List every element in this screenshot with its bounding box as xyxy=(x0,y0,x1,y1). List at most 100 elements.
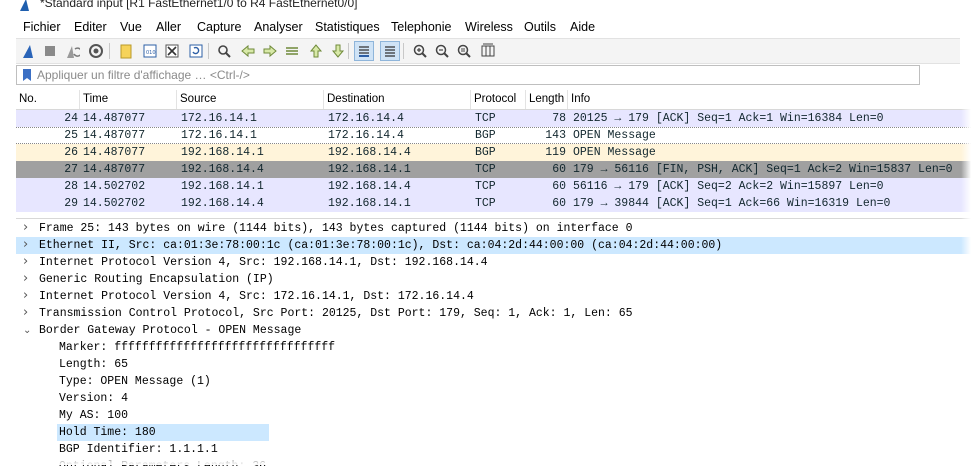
packet-protocol-cell: BGP xyxy=(475,129,496,142)
packet-destination-cell: 192.168.14.1 xyxy=(328,163,411,176)
svg-text:010: 010 xyxy=(146,50,156,56)
toolbar-separator xyxy=(348,43,349,59)
menu-wireless[interactable]: Wireless xyxy=(465,20,513,34)
zoom-in-button[interactable] xyxy=(410,41,430,61)
packet-row[interactable]: 24 14.487077 172.16.14.1 172.16.14.4 TCP 78 20… xyxy=(16,110,971,127)
toolbar-separator xyxy=(403,43,404,59)
display-filter-input[interactable] xyxy=(37,67,897,83)
detail-tree-node[interactable]: › Generic Routing Encapsulation (IP) xyxy=(16,271,971,288)
zoom-normal-icon xyxy=(457,44,471,58)
chevron-right-icon[interactable]: › xyxy=(23,253,28,270)
packet-details: › Frame 25: 143 bytes on wire (1144 bits)… xyxy=(16,218,971,466)
column-divider[interactable] xyxy=(470,90,471,109)
find-packet-button[interactable] xyxy=(214,41,234,61)
resize-columns-icon xyxy=(481,43,495,57)
detail-node-label: Ethernet II, Src: ca:01:3e:78:00:1c (ca:… xyxy=(39,239,723,252)
column-divider[interactable] xyxy=(567,90,568,109)
wireshark-fin-icon xyxy=(20,0,29,11)
packet-protocol-cell: BGP xyxy=(475,146,496,159)
close-file-icon xyxy=(165,44,179,58)
go-last-button[interactable] xyxy=(328,41,348,61)
zoom-in-icon xyxy=(413,44,427,58)
menu-editer[interactable]: Editer xyxy=(74,20,107,34)
packet-row[interactable]: 27 14.487077 192.168.14.4 192.168.14.1 TCP 60… xyxy=(16,161,971,178)
col-protocol-header[interactable]: Protocol xyxy=(471,93,526,109)
column-divider[interactable] xyxy=(323,90,324,109)
packet-info-cell: 20125 → 179 [ACK] Seq=1 Ack=1 Win=16384 … xyxy=(573,112,884,125)
stop-capture-button[interactable] xyxy=(40,41,60,61)
chevron-right-icon[interactable]: › xyxy=(23,304,28,321)
colorize-button[interactable] xyxy=(380,41,400,61)
bgp-field[interactable]: My AS: 100 xyxy=(57,407,128,424)
chevron-right-icon[interactable]: › xyxy=(23,236,28,253)
column-divider[interactable] xyxy=(79,90,80,109)
bgp-field[interactable]: Hold Time: 180 xyxy=(57,424,269,441)
save-file-button[interactable]: 010 xyxy=(140,41,160,61)
chevron-right-icon[interactable]: › xyxy=(23,287,28,304)
go-first-button[interactable] xyxy=(306,41,326,61)
go-forward-button[interactable] xyxy=(260,41,280,61)
window-titlebar: *Standard input [R1 FastEthernet1/0 to R… xyxy=(0,0,960,14)
detail-tree-node[interactable]: › Ethernet II, Src: ca:01:3e:78:00:1c (ca… xyxy=(16,237,971,254)
packet-row[interactable]: 29 14.502702 192.168.14.4 192.168.14.1 TCP 60… xyxy=(16,195,971,212)
col-time-header[interactable]: Time xyxy=(80,93,177,109)
menu-outils[interactable]: Outils xyxy=(524,20,556,34)
column-divider[interactable] xyxy=(176,90,177,109)
detail-tree-node[interactable]: › Transmission Control Protocol, Src Port… xyxy=(16,305,971,322)
bgp-field[interactable]: Marker: ffffffffffffffffffffffffffffffff xyxy=(57,339,335,356)
detail-tree-node[interactable]: › Internet Protocol Version 4, Src: 172.1… xyxy=(16,288,971,305)
packet-row[interactable]: 26 14.487077 192.168.14.1 192.168.14.4 BGP 11… xyxy=(16,144,971,161)
packet-destination-cell: 172.16.14.4 xyxy=(328,112,404,125)
menu-aller[interactable]: Aller xyxy=(156,20,181,34)
zoom-out-icon xyxy=(435,44,449,58)
menu-capture[interactable]: Capture xyxy=(197,20,241,34)
zoom-normal-button[interactable] xyxy=(454,41,474,61)
menu-aide[interactable]: Aide xyxy=(570,20,595,34)
col-destination-header[interactable]: Destination xyxy=(324,93,471,109)
bgp-field[interactable]: Length: 65 xyxy=(57,356,128,373)
packet-no-cell: 24 xyxy=(64,112,78,125)
packet-row[interactable]: 28 14.502702 192.168.14.1 192.168.14.4 TCP 60… xyxy=(16,178,971,195)
packet-no-cell: 29 xyxy=(64,197,78,210)
packet-info-cell: 179 → 39844 [ACK] Seq=1 Ack=66 Win=16319… xyxy=(573,197,891,210)
autoscroll-button[interactable] xyxy=(354,41,374,61)
shark-fin-start-button[interactable] xyxy=(18,41,38,61)
packet-row[interactable]: 25 14.487077 172.16.14.1 172.16.14.4 BGP 143 O… xyxy=(16,127,971,144)
chevron-right-icon[interactable]: › xyxy=(23,270,28,287)
menu-fichier[interactable]: Fichier xyxy=(23,20,61,34)
close-file-button[interactable] xyxy=(162,41,182,61)
menu-statistiques[interactable]: Statistiques xyxy=(315,20,380,34)
col-info-header[interactable]: Info xyxy=(568,93,968,109)
detail-tree-node[interactable]: › Internet Protocol Version 4, Src: 192.1… xyxy=(16,254,971,271)
menu-vue[interactable]: Vue xyxy=(120,20,142,34)
bgp-field[interactable]: Type: OPEN Message (1) xyxy=(57,373,211,390)
main-toolbar: 010 xyxy=(16,38,960,64)
column-divider[interactable] xyxy=(525,90,526,109)
packet-source-cell: 192.168.14.1 xyxy=(181,180,264,193)
menu-analyser[interactable]: Analyser xyxy=(254,20,303,34)
reload-file-icon xyxy=(189,44,203,58)
chevron-down-icon[interactable]: ⌄ xyxy=(23,322,31,339)
detail-tree-node[interactable]: ⌄ Border Gateway Protocol - OPEN Message xyxy=(16,322,971,339)
chevron-right-icon[interactable]: › xyxy=(23,219,28,236)
go-back-button[interactable] xyxy=(238,41,258,61)
zoom-out-button[interactable] xyxy=(432,41,452,61)
col-length-header[interactable]: Length xyxy=(526,93,568,109)
detail-node-label: Internet Protocol Version 4, Src: 192.16… xyxy=(39,256,488,269)
stop-capture-icon xyxy=(45,46,55,56)
go-to-packet-button[interactable] xyxy=(282,41,302,61)
col-source-header[interactable]: Source xyxy=(177,93,324,109)
window-title: *Standard input [R1 FastEthernet1/0 to R… xyxy=(40,0,358,10)
reload-file-button[interactable] xyxy=(186,41,206,61)
capture-options-button[interactable] xyxy=(86,41,106,61)
restart-capture-button[interactable] xyxy=(62,41,82,61)
col-no-header[interactable]: No. xyxy=(16,93,80,109)
bgp-field[interactable]: Version: 4 xyxy=(57,390,128,407)
menu-telephonie[interactable]: Telephonie xyxy=(391,20,451,34)
bgp-field[interactable]: BGP Identifier: 1.1.1.1 xyxy=(57,441,218,458)
resize-columns-button[interactable] xyxy=(478,41,498,61)
bookmark-icon[interactable] xyxy=(22,69,32,82)
detail-tree-node[interactable]: › Frame 25: 143 bytes on wire (1144 bits)… xyxy=(16,220,971,237)
packet-source-cell: 192.168.14.1 xyxy=(181,146,264,159)
open-file-button[interactable] xyxy=(116,41,136,61)
